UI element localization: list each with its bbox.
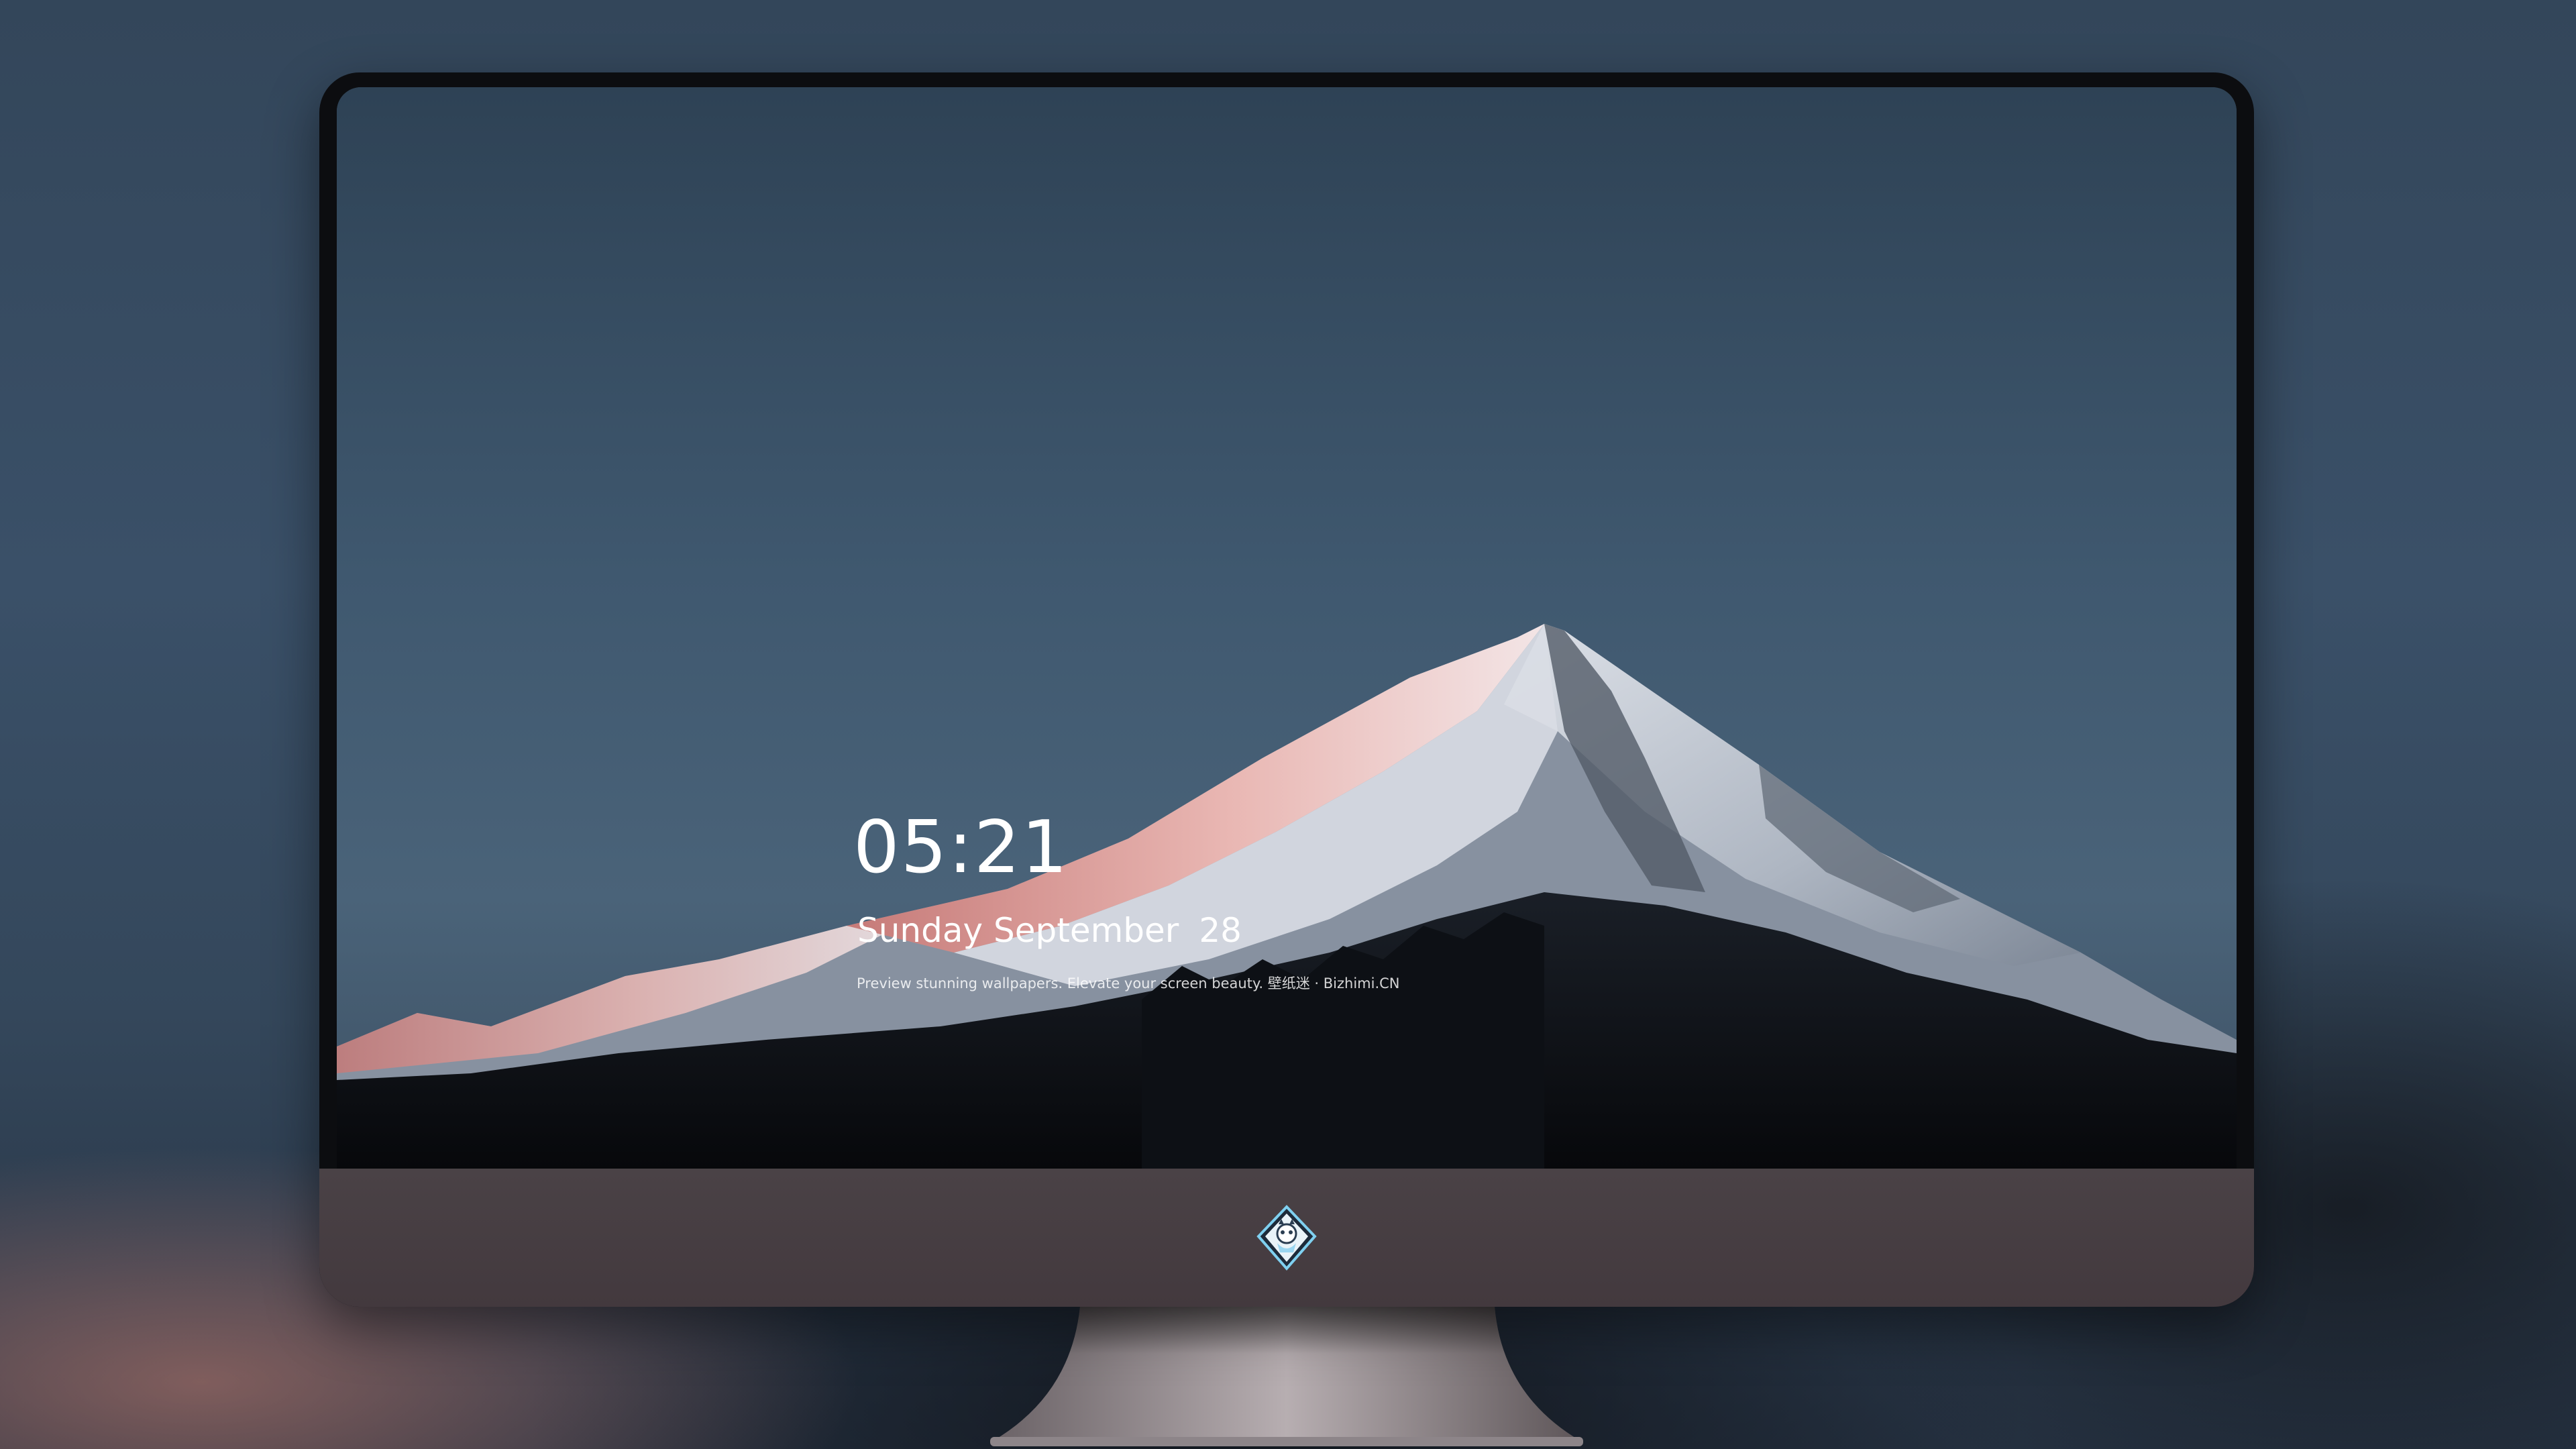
lock-date: Sunday September 28 bbox=[857, 914, 1242, 947]
lock-clock: 05:21 bbox=[853, 806, 1069, 890]
desktop-background: 05:21 Sunday September 28 Preview stunnin… bbox=[0, 0, 2576, 1449]
date-weekday-month: Sunday September bbox=[857, 911, 1179, 950]
date-day: 28 bbox=[1199, 911, 1242, 950]
screen: 05:21 Sunday September 28 Preview stunnin… bbox=[337, 87, 2237, 1169]
mountain-wallpaper bbox=[337, 87, 2237, 1169]
wallpaper-tagline: Preview stunning wallpapers. Elevate you… bbox=[857, 975, 1400, 991]
brand-logo-icon bbox=[1256, 1205, 1317, 1271]
monitor: 05:21 Sunday September 28 Preview stunnin… bbox=[319, 72, 2254, 1307]
